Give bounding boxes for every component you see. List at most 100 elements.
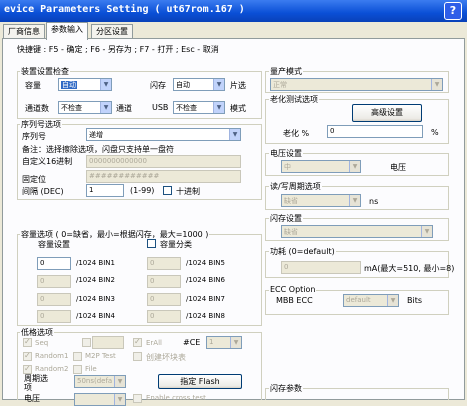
- rw-cycle-title: 读/写周期选项: [269, 181, 322, 192]
- chip-select-label: 片选: [230, 81, 246, 90]
- rw-cycle-select[interactable]: 缺省 ▼: [281, 194, 361, 207]
- enable-cross-checkbox[interactable]: [133, 394, 142, 403]
- mass-mode-select[interactable]: 正常 ▼: [270, 78, 443, 91]
- enable-cross-label: Enable cross test: [146, 394, 206, 402]
- ecc-title: ECC Option: [269, 285, 317, 294]
- flash-params-title: 闪存参数: [269, 383, 303, 394]
- aging-title: 老化测试选项: [269, 94, 319, 105]
- fixed-label: 固定位: [22, 175, 46, 184]
- period-label: 周期选项: [24, 374, 48, 392]
- mass-mode-title: 量产模式: [269, 66, 303, 77]
- bad-block-checkbox[interactable]: [133, 352, 142, 361]
- capacity-split-checkbox[interactable]: [147, 239, 156, 248]
- interval-input[interactable]: 1: [86, 184, 124, 197]
- chevron-down-icon: ▼: [387, 295, 398, 306]
- chevron-down-icon: ▼: [114, 376, 125, 387]
- specify-flash-button[interactable]: 指定 Flash: [158, 374, 242, 389]
- seq-checkbox[interactable]: [23, 337, 32, 347]
- ce-label: #CE: [183, 338, 201, 347]
- device-check-group: [17, 71, 262, 119]
- flash-settings-title: 闪存设置: [269, 213, 303, 224]
- shortcut-hint: 快捷键 : F5 - 确定 ; F6 - 另存为 ; F7 - 打开 ; Esc…: [17, 45, 219, 54]
- chevron-down-icon: ▼: [421, 226, 432, 237]
- decimal-checkbox[interactable]: [163, 186, 172, 195]
- usb-select[interactable]: 不检查 ▼: [173, 101, 225, 114]
- erall-checkbox[interactable]: [133, 337, 142, 347]
- random1-label: Random1: [35, 352, 69, 360]
- chevron-down-icon: ▼: [230, 337, 241, 348]
- period-select[interactable]: 50ns(defa ▼: [74, 375, 126, 388]
- power-hint: mA(最大=510, 最小=8): [364, 264, 455, 273]
- chevron-down-icon: ▼: [100, 79, 111, 90]
- mbb-ecc-label: MBB ECC: [276, 296, 313, 305]
- flash-settings-select[interactable]: 缺省 ▼: [281, 225, 433, 238]
- chevron-down-icon: ▼: [213, 102, 224, 113]
- seq-label: Seq: [35, 339, 49, 347]
- channel-suffix: 通道: [116, 104, 132, 113]
- chevron-down-icon: ▼: [229, 129, 240, 140]
- custom-hex-input[interactable]: 0000000000000: [86, 155, 241, 168]
- ecc-bits-label: Bits: [407, 296, 423, 305]
- chevron-down-icon: ▼: [431, 79, 442, 90]
- file-label: File: [85, 365, 97, 373]
- file-checkbox[interactable]: [73, 365, 82, 374]
- chevron-down-icon: ▼: [349, 195, 360, 206]
- advanced-settings-button[interactable]: 高级设置: [352, 104, 422, 122]
- ce-select[interactable]: 1 ▼: [206, 336, 242, 349]
- bad-block-label: 创建坏块表: [146, 353, 186, 362]
- mbb-ecc-select[interactable]: default ▼: [343, 294, 399, 307]
- aging-pct-input[interactable]: 0: [327, 125, 423, 138]
- voltage-select[interactable]: 中 ▼: [281, 160, 361, 173]
- capacity-select[interactable]: 自动 ▼: [58, 78, 112, 91]
- mode-label: 模式: [230, 104, 246, 113]
- tab-vendor-info[interactable]: 厂商信息: [3, 24, 45, 39]
- serial-title: 序列号选项: [20, 119, 62, 130]
- bin5-label: /1024 BIN5: [186, 259, 225, 267]
- usb-label: USB: [152, 103, 169, 112]
- bin2-label: /1024 BIN2: [76, 276, 115, 284]
- bin1-input[interactable]: 0: [37, 257, 71, 270]
- bin1-label: /1024 BIN1: [76, 259, 115, 267]
- help-button[interactable]: ?: [444, 2, 462, 20]
- capacity-set-label: 容量设置: [38, 240, 70, 249]
- seq-extra-checkbox[interactable]: [82, 338, 91, 347]
- bin3-label: /1024 BIN3: [76, 295, 115, 303]
- aging-pct-suffix: %: [431, 128, 439, 137]
- power-input[interactable]: 0: [281, 261, 361, 274]
- rw-cycle-unit: ns: [369, 197, 379, 206]
- flash-label: 闪存: [150, 81, 166, 90]
- bin5-input[interactable]: 0: [147, 257, 181, 270]
- seq-extra-input[interactable]: [92, 336, 124, 349]
- bin4-input[interactable]: 0: [37, 310, 71, 323]
- bin3-input[interactable]: 0: [37, 293, 71, 306]
- m2p-label: M2P Test: [85, 352, 116, 360]
- chevron-down-icon: ▼: [349, 161, 360, 172]
- sn-label: 序列号: [22, 132, 46, 141]
- bin8-input[interactable]: 0: [147, 310, 181, 323]
- m2p-checkbox[interactable]: [73, 352, 82, 361]
- random1-checkbox[interactable]: [23, 351, 32, 361]
- flash-select[interactable]: 自动 ▼: [173, 78, 225, 91]
- bin2-input[interactable]: 0: [37, 275, 71, 288]
- channel-select[interactable]: 不检查 ▼: [58, 101, 112, 114]
- bin6-input[interactable]: 0: [147, 275, 181, 288]
- tab-parameter-input[interactable]: 参数输入: [46, 22, 88, 40]
- aging-pct-label: 老化 %: [283, 129, 310, 138]
- sn-select[interactable]: 递增 ▼: [86, 128, 241, 141]
- bin7-label: /1024 BIN7: [186, 295, 225, 303]
- bin8-label: /1024 BIN8: [186, 312, 225, 320]
- bin4-label: /1024 BIN4: [76, 312, 115, 320]
- capacity-split-label: 容量分类: [160, 240, 192, 249]
- interval-range: (1-99): [130, 186, 155, 195]
- fixed-input[interactable]: ############: [86, 170, 241, 183]
- random2-checkbox[interactable]: [23, 364, 32, 374]
- erall-label: ErAll: [146, 339, 162, 347]
- channel-label: 通道数: [25, 104, 49, 113]
- chevron-down-icon: ▼: [100, 102, 111, 113]
- tab-partition-setting[interactable]: 分区设置: [91, 24, 133, 39]
- power-title: 功耗 (0=default): [269, 246, 336, 257]
- voltage-label: 电压: [390, 163, 406, 172]
- bin7-input[interactable]: 0: [147, 293, 181, 306]
- bin6-label: /1024 BIN6: [186, 276, 225, 284]
- serial-note: 备注：选择擦除选项，闪盘只支持单一盘符: [22, 145, 174, 154]
